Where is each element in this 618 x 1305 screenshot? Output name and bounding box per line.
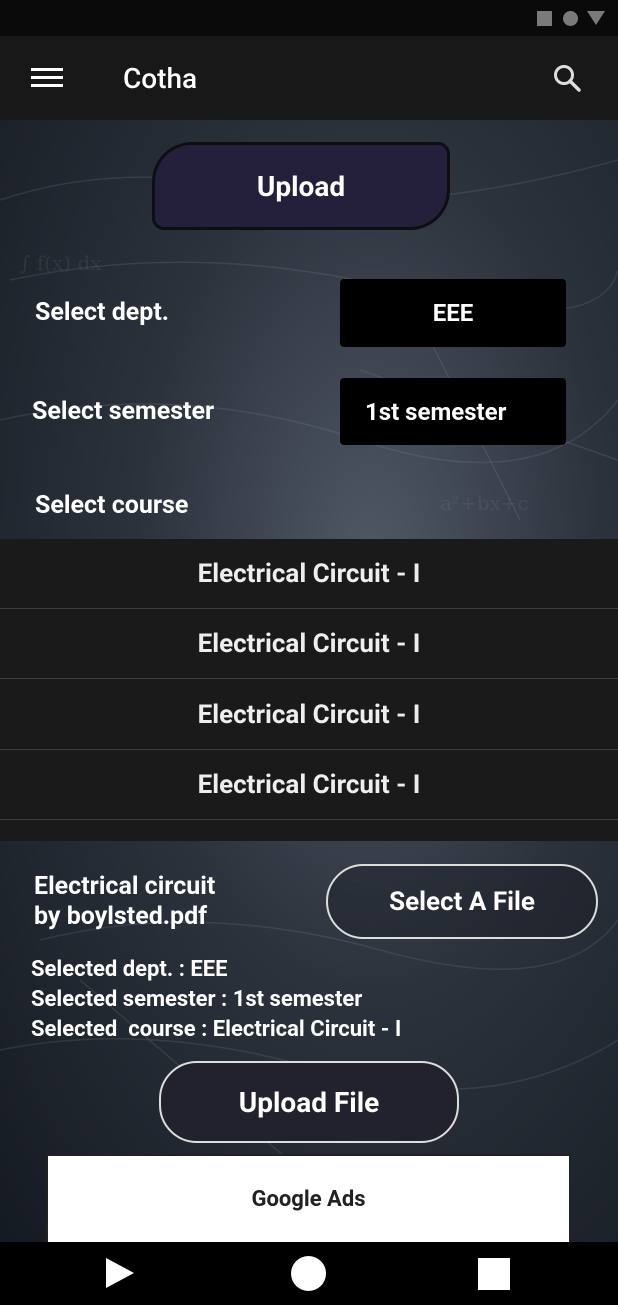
select-course-label: Select course	[35, 491, 189, 520]
status-triangle-icon	[587, 11, 605, 25]
status-bar	[0, 0, 618, 36]
course-list: Electrical Circuit - I Electrical Circui…	[0, 539, 618, 841]
upload-tab[interactable]: Upload	[152, 142, 450, 230]
semester-select[interactable]: 1st semester	[340, 378, 566, 445]
select-dept-label: Select dept.	[35, 298, 170, 327]
course-list-item[interactable]: Electrical Circuit - I	[0, 680, 618, 750]
search-icon[interactable]	[551, 62, 583, 94]
app-title: Cotha	[123, 62, 198, 95]
hamburger-menu-icon[interactable]	[31, 68, 63, 88]
select-file-button[interactable]: Select A File	[326, 864, 598, 939]
svg-text:a²+bx+c: a²+bx+c	[440, 491, 529, 515]
course-list-item[interactable]: Electrical Circuit - I	[0, 750, 618, 820]
circle-home-icon[interactable]	[291, 1256, 326, 1291]
selected-dept-text: Selected dept. : EEE	[31, 957, 228, 982]
upload-file-button[interactable]: Upload File	[159, 1061, 459, 1143]
selected-file-name: Electrical circuit by boylsted.pdf	[34, 872, 216, 931]
system-nav-bar	[0, 1242, 618, 1305]
svg-text:∫ f(x) dx: ∫ f(x) dx	[20, 251, 102, 275]
course-list-item[interactable]: Electrical Circuit - I	[0, 539, 618, 609]
triangle-back-icon[interactable]	[106, 1258, 134, 1288]
dept-select[interactable]: EEE	[340, 279, 566, 347]
app-bar: Cotha	[0, 36, 618, 120]
ad-banner[interactable]: Google Ads	[46, 1154, 571, 1244]
status-square-icon	[537, 11, 552, 26]
select-semester-label: Select semester	[32, 397, 215, 426]
course-list-item[interactable]: Electrical Circuit - I	[0, 609, 618, 679]
square-recents-icon[interactable]	[478, 1258, 510, 1290]
selected-semester-text: Selected semester : 1st semester	[31, 987, 363, 1012]
selected-course-text: Selected course : Electrical Circuit - I	[31, 1017, 402, 1042]
status-circle-icon	[563, 11, 578, 26]
